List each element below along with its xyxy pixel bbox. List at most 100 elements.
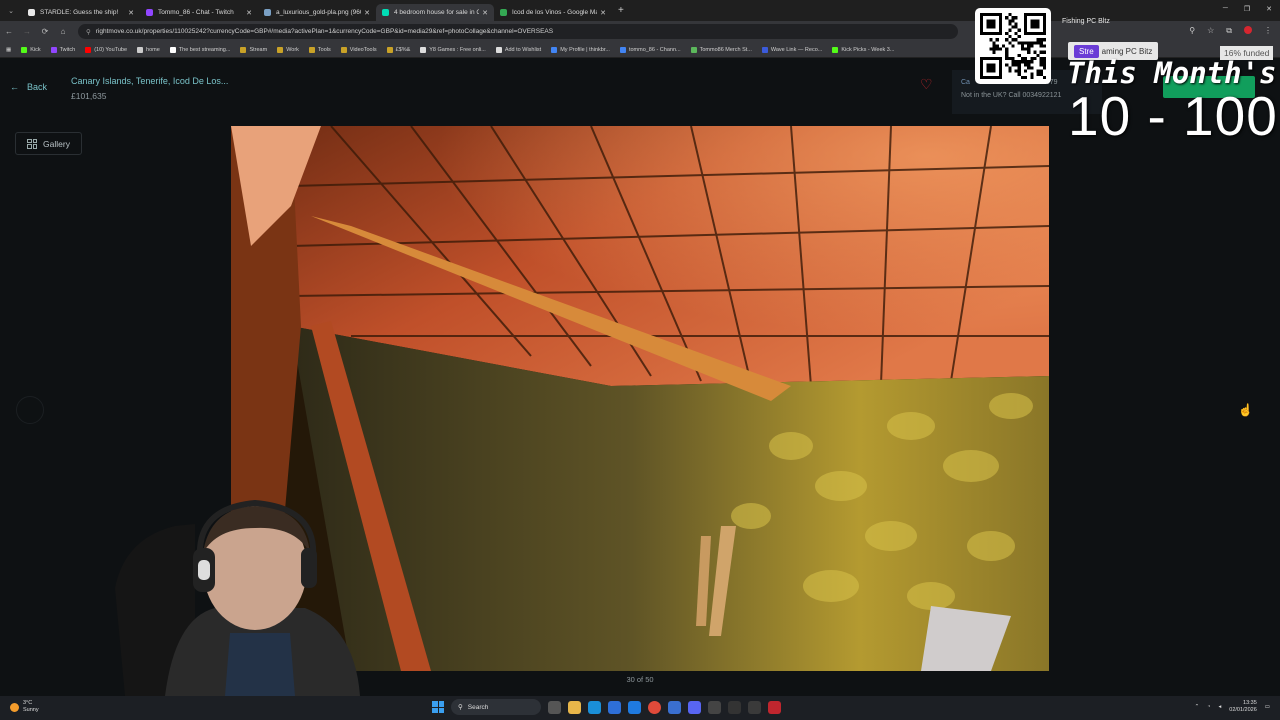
zoom-icon[interactable]: ⚲ xyxy=(1189,26,1195,36)
url-input[interactable]: ⚲ rightmove.co.uk/properties/110025242?c… xyxy=(78,24,958,39)
bookmark-item[interactable]: Tommo86 Merch St... xyxy=(690,46,752,53)
task-view-icon[interactable] xyxy=(548,700,561,714)
browser-tab[interactable]: a_luxurious_gold-pla.png (960× ✕ xyxy=(258,4,376,21)
qr-code-image xyxy=(980,13,1046,79)
bookmark-item[interactable]: Wave Link — Reco... xyxy=(761,46,822,53)
search-icon: ⚲ xyxy=(458,704,463,711)
tab-title: Icod de los Vinos - Google Ma xyxy=(512,9,598,16)
grid-icon xyxy=(27,138,38,149)
bookmark-star-icon[interactable]: ☆ xyxy=(1207,26,1214,36)
bookmark-item[interactable]: The best streaming... xyxy=(169,46,230,53)
bookmark-label: Tools xyxy=(317,46,331,53)
app-icon-4[interactable] xyxy=(768,700,781,714)
notifications-icon[interactable]: ▭ xyxy=(1265,704,1270,710)
bookmark-item[interactable]: (10) YouTube xyxy=(85,46,127,53)
bookmark-label: My Profile | thinkbr... xyxy=(560,46,610,53)
start-icon[interactable] xyxy=(432,701,444,713)
bookmark-item[interactable]: My Profile | thinkbr... xyxy=(551,46,610,53)
site-info-icon[interactable]: ⚲ xyxy=(86,28,91,36)
gallery-label: Gallery xyxy=(43,138,70,149)
tab-close-icon[interactable]: ✕ xyxy=(364,9,370,17)
clock[interactable]: 13:35 02/01/2026 xyxy=(1229,700,1257,714)
tab-close-icon[interactable]: ✕ xyxy=(128,9,134,17)
bookmark-item[interactable]: Twitch xyxy=(50,46,75,53)
streamer-webcam-image xyxy=(115,499,360,696)
contact-name[interactable]: Ca xyxy=(961,79,970,86)
app-icon[interactable] xyxy=(668,700,681,714)
tab-favicon-icon xyxy=(264,9,271,16)
new-tab-button[interactable]: + xyxy=(618,5,624,16)
tab-close-icon[interactable]: ✕ xyxy=(246,9,252,17)
save-heart-icon[interactable]: ♡ xyxy=(920,76,933,93)
webcam-overlay xyxy=(105,498,365,696)
bookmark-item[interactable]: Y8 Games : Free onli... xyxy=(420,46,486,53)
profile-icon[interactable] xyxy=(1244,26,1252,36)
discord-icon[interactable] xyxy=(688,700,701,714)
tab-title: 4 bedroom house for sale in Ca xyxy=(394,9,480,16)
bookmark-item[interactable]: home xyxy=(137,46,160,53)
app-icon-2[interactable] xyxy=(708,700,721,714)
extensions-icon[interactable]: ⧉ xyxy=(1226,26,1232,36)
property-title[interactable]: Canary Islands, Tenerife, Icod De Los... xyxy=(71,76,228,86)
bookmark-icon xyxy=(308,46,315,53)
tab-search-icon[interactable]: ⌄ xyxy=(0,0,22,21)
bookmark-item[interactable]: Stream xyxy=(240,46,267,53)
forward-nav-icon[interactable]: → xyxy=(18,27,36,36)
network-icon[interactable]: ◔ xyxy=(1207,704,1210,710)
bookmark-item[interactable]: Tools xyxy=(308,46,331,53)
store-icon[interactable] xyxy=(608,700,621,714)
back-nav-icon[interactable]: ← xyxy=(0,27,18,36)
reload-icon[interactable]: ⟳ xyxy=(36,27,54,36)
tray-chevron-icon[interactable]: ⌃ xyxy=(1195,704,1200,710)
tab-title: STARDLE: Guess the ship! xyxy=(40,9,119,16)
bookmark-icon xyxy=(85,46,92,53)
tab-close-icon[interactable]: ✕ xyxy=(600,9,606,17)
bookmark-icon xyxy=(420,46,427,53)
windows-taskbar: 3°C Sunny ⚲ Search ⌃ ◔ ◂ 13:35 02/01/2026… xyxy=(0,696,1280,720)
weather-widget[interactable]: 3°C Sunny xyxy=(10,700,39,714)
gallery-button[interactable]: Gallery xyxy=(15,132,82,155)
bookmark-item[interactable]: £$%& xyxy=(386,46,411,53)
tab-list: STARDLE: Guess the ship! ✕ Tommo_86 - Chat… xyxy=(22,0,612,21)
browser-tab[interactable]: Icod de los Vinos - Google Ma ✕ xyxy=(494,4,612,21)
minimize-icon[interactable]: ─ xyxy=(1223,5,1228,13)
property-price: £101,635 xyxy=(71,91,107,101)
mouse-cursor-icon: ☝ xyxy=(1238,403,1253,417)
weather-desc: Sunny xyxy=(23,707,39,713)
bookmark-item[interactable]: Work xyxy=(277,46,299,53)
bookmark-item[interactable]: VideoTools xyxy=(340,46,377,53)
overlay-badge-text: aming PC Bitz xyxy=(1101,46,1153,56)
browser-tab[interactable]: Tommo_86 - Chat - Twitch ✕ xyxy=(140,4,258,21)
close-window-icon[interactable]: ✕ xyxy=(1266,5,1272,13)
browser-tab[interactable]: STARDLE: Guess the ship! ✕ xyxy=(22,4,140,21)
restore-icon[interactable]: ❐ xyxy=(1244,5,1250,13)
bookmark-label: Work xyxy=(286,46,299,53)
apps-icon[interactable]: ▦ xyxy=(6,47,11,53)
mail-icon[interactable] xyxy=(628,700,641,714)
edge-icon[interactable] xyxy=(588,700,601,714)
bookmark-item[interactable]: tommo_86 - Chann... xyxy=(619,46,681,53)
home-icon[interactable]: ⌂ xyxy=(54,27,72,36)
bookmark-label: Kick xyxy=(30,46,41,53)
file-explorer-icon[interactable] xyxy=(568,700,581,714)
bookmark-item[interactable]: Kick xyxy=(21,46,41,53)
bookmark-item[interactable]: Add to Wishlist xyxy=(495,46,541,53)
menu-icon[interactable]: ⋮ xyxy=(1264,26,1272,36)
bookmark-label: VideoTools xyxy=(349,46,377,53)
volume-icon[interactable]: ◂ xyxy=(1219,704,1222,710)
previous-photo-button[interactable] xyxy=(16,396,44,424)
bookmark-icon xyxy=(619,46,626,53)
chrome-icon[interactable] xyxy=(648,700,661,714)
bookmark-icon xyxy=(386,46,393,53)
bookmark-item[interactable]: Kick Picks - Week 3... xyxy=(832,46,894,53)
bookmark-icon xyxy=(21,46,28,53)
back-link[interactable]: ← Back xyxy=(10,82,47,92)
app-icon-3[interactable] xyxy=(748,700,761,714)
tab-favicon-icon xyxy=(382,9,389,16)
bookmark-label: £$%& xyxy=(395,46,411,53)
tab-close-icon[interactable]: ✕ xyxy=(482,9,488,17)
obs-icon[interactable] xyxy=(728,700,741,714)
taskbar-search[interactable]: ⚲ Search xyxy=(451,699,541,715)
browser-tab[interactable]: 4 bedroom house for sale in Ca ✕ xyxy=(376,4,494,21)
tab-favicon-icon xyxy=(28,9,35,16)
